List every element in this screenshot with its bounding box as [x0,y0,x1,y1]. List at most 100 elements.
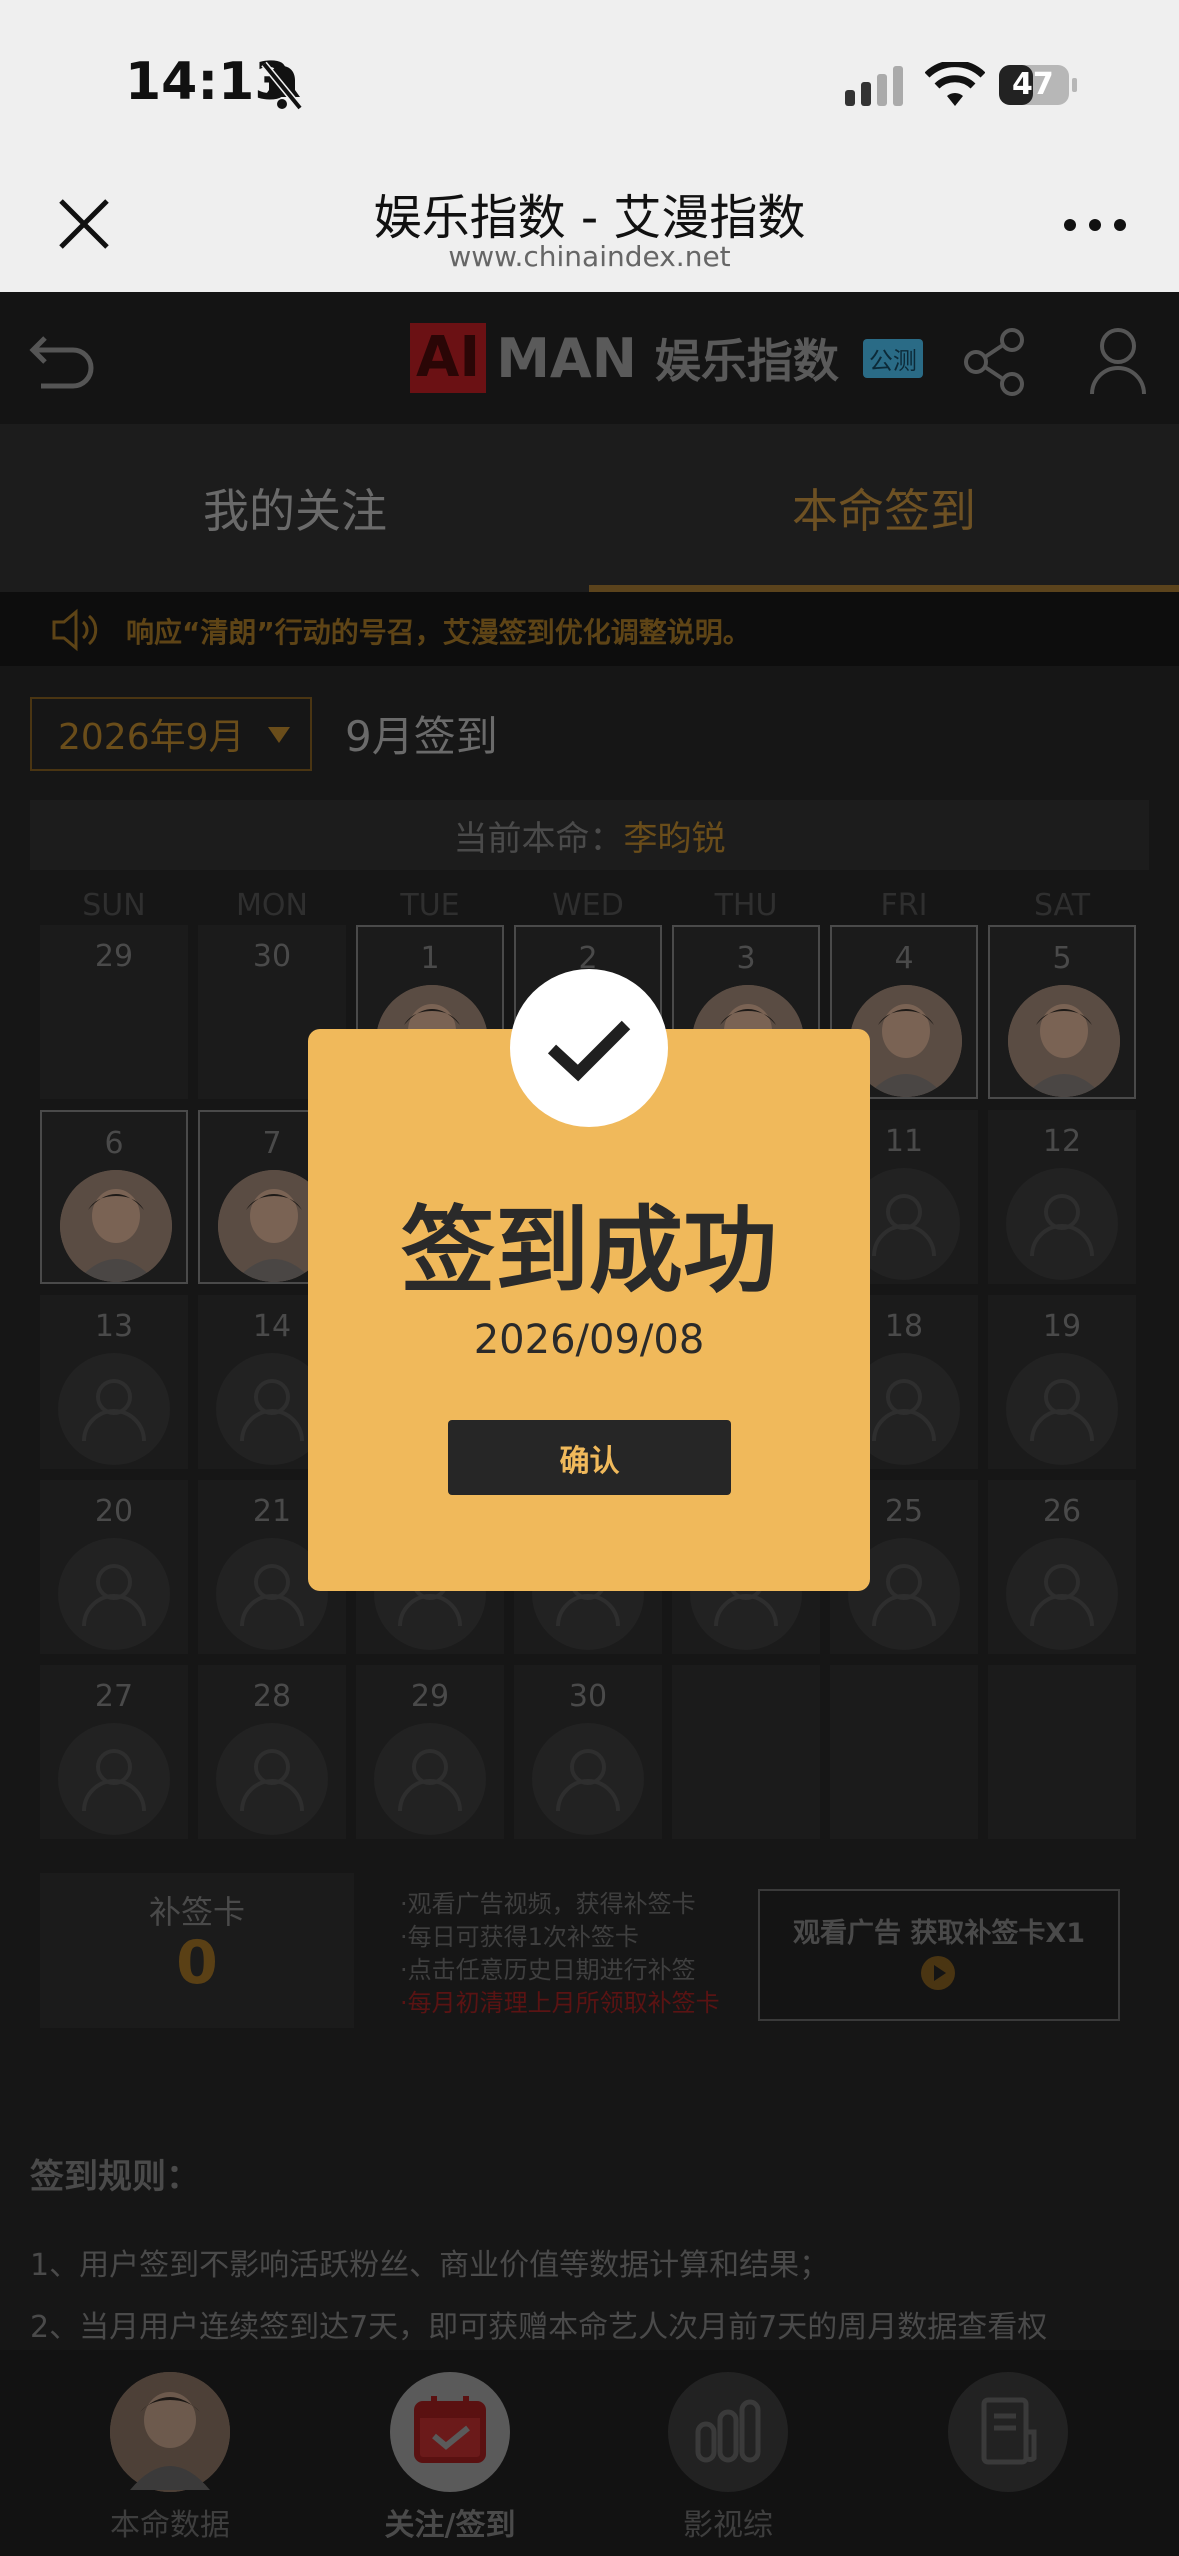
weekday-header: WED [552,888,624,923]
day-number: 27 [94,1679,134,1714]
calendar-day-cell[interactable]: 12 [988,1110,1136,1284]
placeholder-avatar-icon [216,1723,328,1835]
makeup-tips: ·观看广告视频，获得补签卡 ·每日可获得1次补签卡 ·点击任意历史日期进行补签 … [400,1888,720,2020]
nav-idol-data-avatar[interactable] [110,2372,230,2492]
calendar-day-cell[interactable]: 13 [40,1295,188,1469]
beta-badge: 公测 [862,338,923,378]
dropdown-arrow-icon [268,727,290,743]
placeholder-avatar-icon [58,1538,170,1650]
bars-chart-icon [695,2399,761,2463]
battery-level: 47 [1012,67,1054,102]
calendar-day-cell[interactable]: 27 [40,1665,188,1839]
calendar-day-cell[interactable]: 20 [40,1480,188,1654]
more-icon[interactable] [1060,210,1130,240]
weekday-header: SUN [82,888,146,923]
browser-title: 娱乐指数 - 艾漫指数 [373,190,806,246]
placeholder-avatar-icon [374,1723,486,1835]
calendar-day-cell[interactable]: 29 [356,1665,504,1839]
month-checkin-label: 9月签到 [345,712,498,761]
dialog-title: 签到成功 [400,1197,777,1306]
weekday-header: SAT [1033,888,1091,923]
day-number: 30 [568,1679,608,1714]
idol-avatar [1008,985,1120,1097]
day-number: 13 [94,1309,134,1344]
tab-following[interactable]: 我的关注 [0,424,590,592]
day-number: 28 [252,1679,292,1714]
nav-label-checkin[interactable]: 关注/签到 [350,2500,550,2544]
success-check-badge [510,969,668,1127]
share-icon[interactable] [962,326,1028,396]
makeup-card-count: 0 [176,1928,218,1998]
logo-man: MAN [496,326,637,390]
day-number: 20 [94,1494,134,1529]
app-logo: AI MAN 娱乐指数 公测 [410,320,923,396]
back-icon[interactable] [25,320,101,396]
tip-line: ·每日可获得1次补签卡 [400,1923,639,1951]
day-number: 5 [1052,941,1072,976]
play-icon [921,1956,955,1990]
user-icon[interactable] [1088,326,1148,396]
calendar-day-cell[interactable]: 26 [988,1480,1136,1654]
rule-item: 2、当月用户连续签到达7天，即可获赠本命艺人次月前7天的周月数据查看权 [30,2310,1048,2345]
placeholder-avatar-icon [1006,1168,1118,1280]
calendar-day-cell[interactable]: 28 [198,1665,346,1839]
calendar-day-cell[interactable]: 30 [514,1665,662,1839]
nav-film[interactable] [668,2372,788,2492]
calendar-day-cell[interactable]: 19 [988,1295,1136,1469]
day-number: 26 [1042,1494,1082,1529]
placeholder-avatar-icon [1006,1538,1118,1650]
day-number: 30 [252,939,292,974]
nav-label-idol-data[interactable]: 本命数据 [70,2500,270,2544]
weekday-header: TUE [400,888,460,923]
dialog-date: 2026/09/08 [473,1317,705,1363]
bell-muted-icon [261,61,303,111]
calendar-day-cell [830,1665,978,1839]
rule-item: 1、用户签到不影响活跃粉丝、商业价值等数据计算和结果； [30,2248,830,2283]
placeholder-avatar-icon [1006,1353,1118,1465]
calendar-check-icon [414,2396,486,2463]
weekday-header: FRI [880,888,928,923]
battery-indicator: 47 [998,62,1078,108]
watch-ad-label: 观看广告 获取补签卡X1 [792,1918,1085,1949]
rules-title: 签到规则： [30,2157,200,2197]
current-idol-bar: 当前本命： 李昀锐 [30,800,1149,870]
current-idol-name: 李昀锐 [623,818,726,859]
day-number: 19 [1042,1309,1082,1344]
day-number: 6 [104,1126,124,1161]
calendar-day-cell [988,1665,1136,1839]
logo-name: 娱乐指数 [654,334,839,388]
calendar-day-cell[interactable]: 5 [988,925,1136,1099]
confirm-button[interactable]: 确认 [448,1420,731,1495]
speaker-icon [52,608,98,652]
nav-report[interactable] [948,2372,1068,2492]
tip-warning: ·每月初清理上月所领取补签卡 [400,1989,720,2017]
day-number: 29 [410,1679,450,1714]
tip-line: ·观看广告视频，获得补签卡 [400,1890,696,1918]
calendar-day-cell [672,1665,820,1839]
weekday-header: MON [236,888,308,923]
placeholder-avatar-icon [532,1723,644,1835]
signal-icon [845,66,903,106]
nav-checkin[interactable] [390,2372,510,2492]
tip-line: ·点击任意历史日期进行补签 [400,1956,696,1984]
day-number: 12 [1042,1124,1082,1159]
current-idol-key: 当前本命： [453,818,624,859]
month-selector-value: 2026年9月 [58,717,245,758]
notice-text[interactable]: 响应“清朗”行动的号召，艾漫签到优化调整说明。 [126,611,751,651]
logo-ai: AI [410,323,487,393]
placeholder-avatar-icon [58,1353,170,1465]
calendar-day-cell[interactable]: 29 [40,925,188,1099]
day-number: 3 [736,941,756,976]
avatar-photo-icon [110,2372,230,2492]
nav-label-film[interactable]: 影视综 [628,2500,828,2544]
browser-url: www.chinaindex.net [448,240,731,273]
tab-checkin[interactable]: 本命签到 [589,424,1179,592]
weekday-header: THU [714,888,778,923]
calendar-day-cell[interactable]: 6 [40,1110,188,1284]
makeup-card-label: 补签卡 [148,1893,245,1931]
month-selector[interactable]: 2026年9月 [30,697,312,771]
active-tab-indicator [589,585,1179,592]
placeholder-avatar-icon [58,1723,170,1835]
wifi-icon [925,62,985,106]
day-number: 29 [94,939,134,974]
